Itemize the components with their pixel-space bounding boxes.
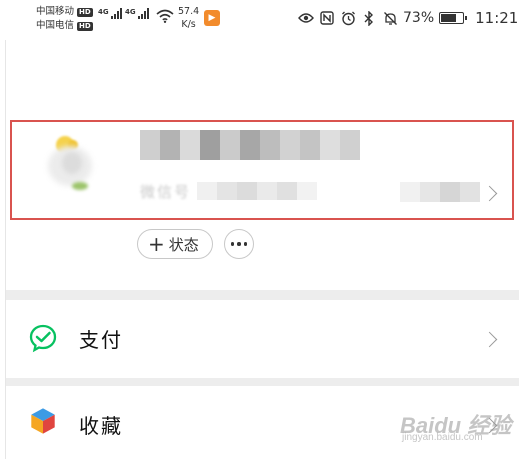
network-speed: 57.4 K/s [178, 5, 199, 31]
play-notification-icon: ▶ [204, 10, 220, 26]
more-dot-icon [237, 242, 241, 246]
alarm-icon [340, 10, 356, 26]
signal-icon-2: 4G [125, 8, 149, 19]
more-dot-icon [230, 242, 235, 246]
wifi-icon [156, 9, 174, 23]
menu-item-pay-label: 支付 [79, 328, 123, 352]
baidu-watermark: Baidu 经验 jingyan.baidu.com [400, 408, 511, 443]
clock: 11:21 [475, 9, 519, 27]
more-dot-icon [243, 242, 248, 246]
speed-unit: K/s [181, 19, 196, 30]
section-divider [6, 290, 519, 300]
network-type-1: 4G [98, 8, 109, 16]
menu-item-pay[interactable]: 支付 [6, 300, 519, 378]
battery-percent: 73% [403, 10, 435, 26]
watermark-url: jingyan.baidu.com [402, 432, 483, 443]
wechat-pay-icon [29, 324, 57, 353]
carrier-info: 中国移动 HD 中国电信 HD [36, 5, 93, 33]
profile-card[interactable]: 微信号 [10, 120, 514, 220]
system-status-icons: 73% 11:21 [298, 9, 518, 27]
carrier-2: 中国电信 [36, 20, 75, 31]
battery-icon [439, 12, 468, 24]
favorites-cube-icon [30, 407, 56, 435]
more-options-button[interactable] [223, 229, 254, 259]
plus-icon: + [148, 232, 165, 256]
speed-value: 57.4 [178, 6, 200, 17]
nickname-redacted [140, 130, 360, 160]
qr-code-redacted[interactable] [400, 182, 480, 202]
nfc-icon [319, 10, 335, 26]
battery-level-fill [441, 14, 457, 22]
signal-icon-1: 4G [98, 8, 122, 19]
add-status-label: 状态 [168, 235, 199, 254]
menu-item-favorites-label: 收藏 [79, 414, 123, 438]
section-divider [6, 378, 519, 386]
network-type-2: 4G [125, 8, 136, 16]
add-status-button[interactable]: + 状态 [137, 229, 213, 259]
mute-notifications-icon [382, 10, 398, 26]
hd-badge-2: HD [77, 21, 93, 31]
bluetooth-icon [361, 10, 377, 26]
chevron-right-icon [481, 331, 498, 348]
carrier-1: 中国移动 [36, 6, 75, 17]
eye-icon [298, 10, 314, 26]
wechat-id-redacted: 微信号 [140, 180, 318, 202]
hd-badge-1: HD [77, 7, 93, 17]
status-actions: + 状态 [137, 229, 254, 259]
status-bar: 中国移动 HD 中国电信 HD 4G 4G 57.4 K/s ▶ 73% 11:… [0, 0, 519, 40]
wechat-id-label: 微信号 [140, 182, 192, 201]
avatar[interactable] [42, 134, 104, 202]
profile-chevron-right-icon [481, 185, 498, 202]
